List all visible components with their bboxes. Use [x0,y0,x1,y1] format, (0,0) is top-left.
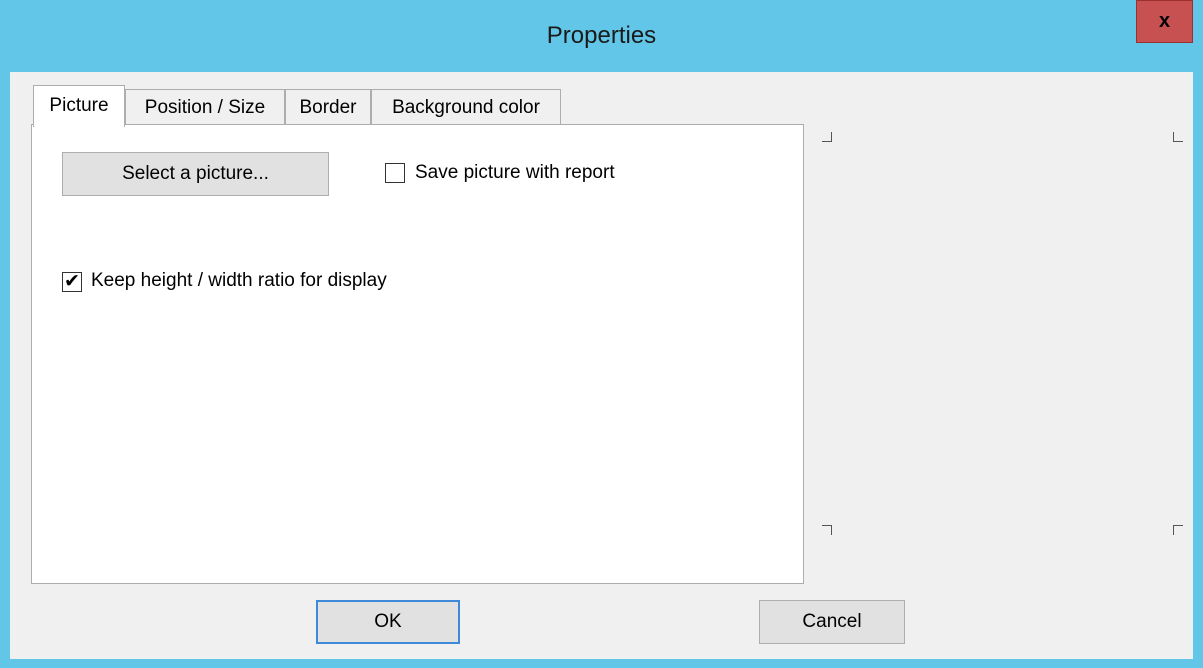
select-picture-button[interactable]: Select a picture... [62,152,329,196]
check-icon: ✔ [64,271,80,292]
save-picture-label: Save picture with report [415,162,615,183]
tab-background-color[interactable]: Background color [371,89,561,126]
tab-position-size[interactable]: Position / Size [125,89,285,126]
preview-corner-top-left [822,132,832,142]
close-button[interactable]: x [1136,0,1193,43]
title-bar: Properties x [0,0,1203,70]
tab-border[interactable]: Border [285,89,371,126]
ok-label: OK [374,611,402,632]
preview-corner-top-right [1173,132,1183,142]
preview-corner-bottom-left [822,525,832,535]
save-picture-checkbox[interactable] [385,163,405,183]
tab-label: Border [299,97,357,118]
tab-label: Background color [392,97,540,118]
cancel-button[interactable]: Cancel [759,600,905,644]
tab-picture[interactable]: Picture [33,85,125,127]
dialog-client-area: Picture Position / Size Border Backgroun… [10,72,1193,659]
preview-corner-bottom-right [1173,525,1183,535]
select-picture-label: Select a picture... [122,163,269,184]
picture-tab-panel: Select a picture... Save picture with re… [31,124,804,584]
keep-ratio-checkbox[interactable]: ✔ [62,272,82,292]
close-icon: x [1158,10,1171,32]
keep-ratio-label: Keep height / width ratio for display [91,270,387,291]
ok-button[interactable]: OK [316,600,460,644]
tab-label: Picture [49,95,109,116]
cancel-label: Cancel [802,611,862,632]
window-title: Properties [546,22,657,49]
tab-label: Position / Size [144,97,266,118]
